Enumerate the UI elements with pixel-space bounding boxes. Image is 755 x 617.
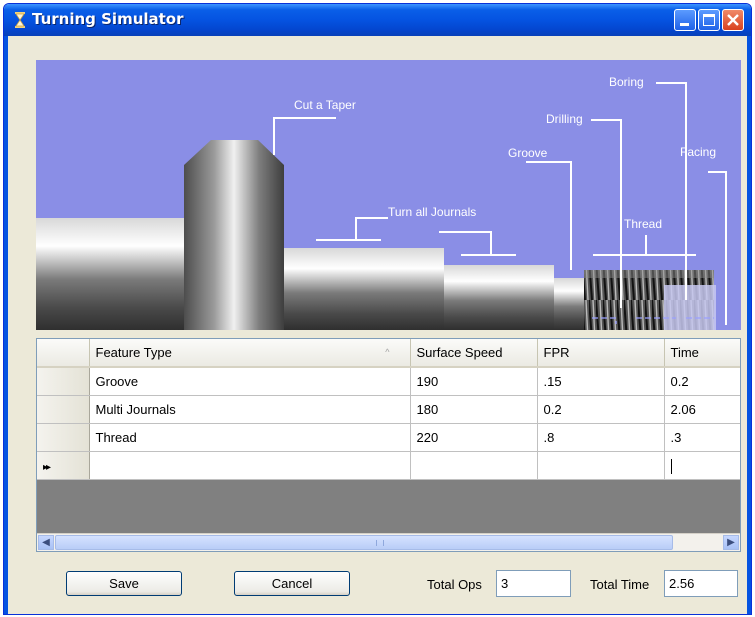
cell-fpr[interactable]: .8: [537, 423, 665, 452]
window-title: Turning Simulator: [32, 10, 184, 28]
label-groove: Groove: [508, 146, 548, 160]
cell-time[interactable]: [664, 451, 740, 480]
column-header-time[interactable]: Time: [664, 339, 740, 368]
sort-ascending-icon: ^: [385, 347, 390, 357]
hourglass-icon: [15, 12, 25, 28]
new-row-indicator-glyph: ▸▸: [43, 462, 51, 473]
cell-surface-speed[interactable]: [410, 451, 538, 480]
table-row[interactable]: Multi Journals 180 0.2 2.06: [37, 395, 740, 424]
cell-feature-type[interactable]: Multi Journals: [89, 395, 411, 424]
minimize-button[interactable]: [674, 9, 696, 31]
cell-surface-speed[interactable]: 180: [410, 395, 538, 424]
column-header-fpr[interactable]: FPR: [537, 339, 665, 368]
new-row[interactable]: ▸▸: [37, 451, 740, 480]
cell-time[interactable]: 2.06: [664, 395, 740, 424]
column-header-surface-speed[interactable]: Surface Speed: [410, 339, 538, 368]
cancel-button[interactable]: Cancel: [234, 571, 350, 596]
label-cut-taper: Cut a Taper: [294, 98, 356, 112]
new-row-indicator-icon: ▸▸: [37, 451, 90, 480]
scroll-left-icon[interactable]: ◀: [38, 535, 54, 550]
cell-fpr[interactable]: 0.2: [537, 395, 665, 424]
row-header-corner: [37, 339, 90, 368]
row-selector[interactable]: [37, 395, 90, 424]
window-frame-right: [747, 36, 751, 614]
minimize-icon: [680, 23, 689, 26]
scrollbar-thumb[interactable]: [55, 535, 673, 550]
total-ops-label: Total Ops: [427, 577, 482, 592]
maximize-button[interactable]: [698, 9, 720, 31]
cell-surface-speed[interactable]: 190: [410, 367, 538, 396]
total-time-label: Total Time: [590, 577, 650, 592]
cell-fpr[interactable]: .15: [537, 367, 665, 396]
label-boring: Boring: [609, 75, 644, 89]
row-selector[interactable]: [37, 423, 90, 452]
total-ops-field[interactable]: 3: [496, 570, 571, 597]
table-row[interactable]: Thread 220 .8 .3: [37, 423, 740, 452]
horizontal-scrollbar[interactable]: ◀ ▶: [37, 533, 740, 551]
window-frame-left: [4, 36, 8, 614]
cell-time[interactable]: 0.2: [664, 367, 740, 396]
label-thread: Thread: [624, 217, 662, 231]
maximize-icon: [703, 14, 715, 26]
column-header-label: Feature Type: [95, 345, 172, 360]
cell-feature-type[interactable]: Groove: [89, 367, 411, 396]
cell-time[interactable]: .3: [664, 423, 740, 452]
text-caret: [670, 458, 672, 474]
label-drilling: Drilling: [546, 112, 583, 126]
scrollbar-grip-icon: [376, 540, 384, 546]
table-row[interactable]: Groove 190 .15 0.2: [37, 367, 740, 396]
label-turn-journals: Turn all Journals: [388, 205, 476, 219]
column-header-feature-type[interactable]: Feature Type ^: [89, 339, 411, 368]
header-row: Feature Type ^ Surface Speed FPR Time: [37, 339, 740, 368]
shaft-diagram-canvas: Cut a Taper Turn all Journals Groove Dri…: [36, 75, 727, 330]
close-icon: [727, 14, 739, 26]
label-facing: Facing: [680, 145, 716, 159]
title-bar[interactable]: Turning Simulator: [4, 4, 751, 36]
app-window: Turning Simulator Cut a Taper Turn all J…: [3, 3, 752, 615]
cell-surface-speed[interactable]: 220: [410, 423, 538, 452]
cell-fpr[interactable]: [537, 451, 665, 480]
scroll-right-icon[interactable]: ▶: [723, 535, 739, 550]
row-selector[interactable]: [37, 367, 90, 396]
operations-grid[interactable]: Feature Type ^ Surface Speed FPR Time Gr…: [36, 338, 741, 552]
save-button[interactable]: Save: [66, 571, 182, 596]
cell-feature-type[interactable]: [89, 451, 411, 480]
total-time-field[interactable]: 2.56: [664, 570, 738, 597]
shaft-diagram: Cut a Taper Turn all Journals Groove Dri…: [36, 60, 741, 330]
close-button[interactable]: [722, 9, 744, 31]
operations-table: Feature Type ^ Surface Speed FPR Time Gr…: [37, 339, 740, 480]
shaft: [36, 140, 716, 330]
cell-feature-type[interactable]: Thread: [89, 423, 411, 452]
